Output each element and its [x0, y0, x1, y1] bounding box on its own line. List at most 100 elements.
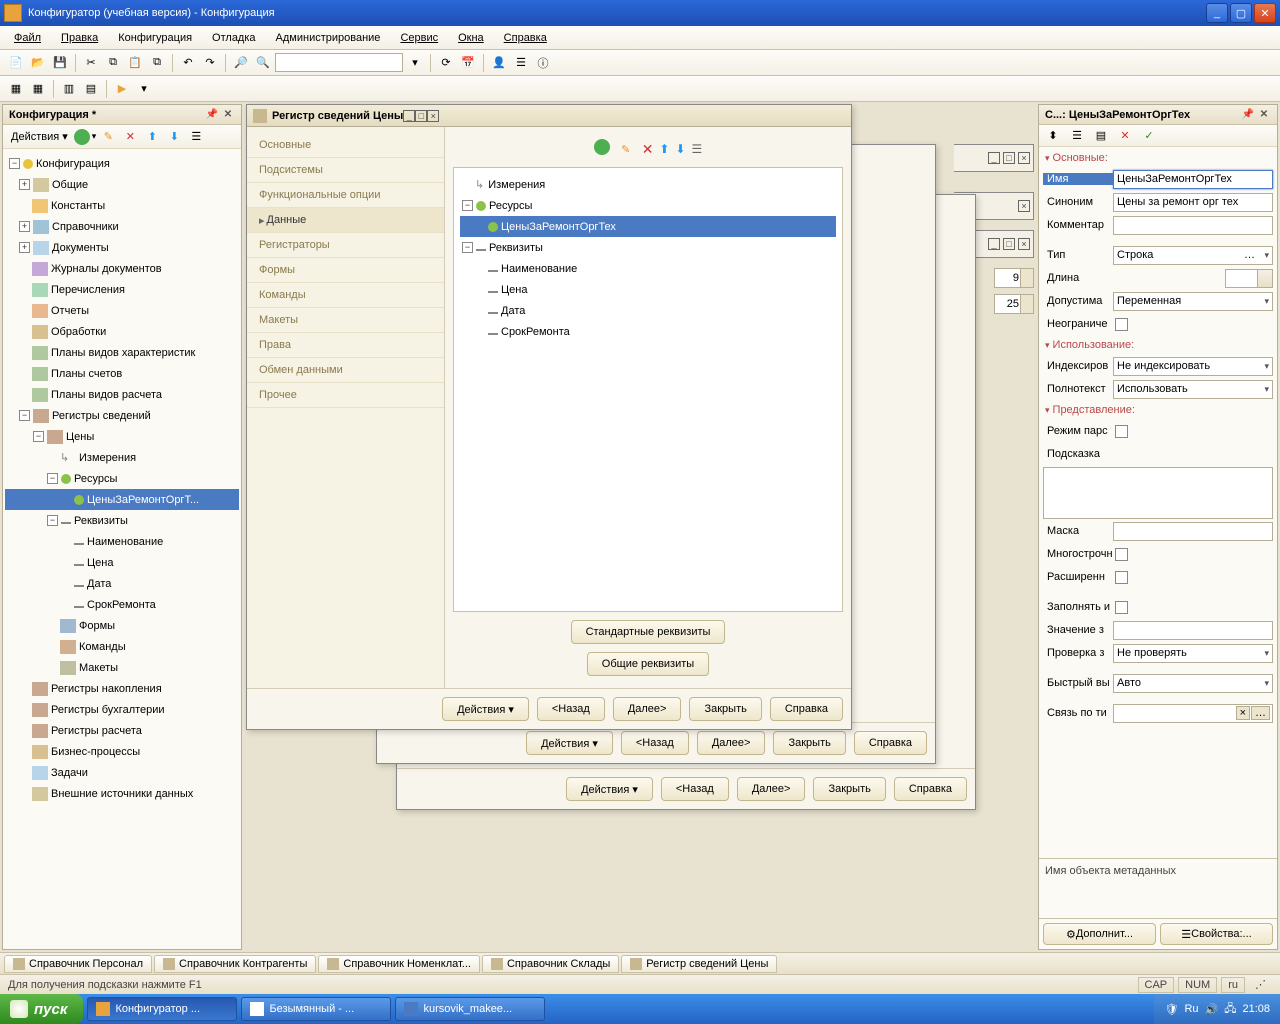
panel-pin-icon[interactable]: 📌	[205, 108, 219, 122]
properties-button[interactable]: ☰ Свойства:...	[1160, 923, 1273, 945]
check-parsemode[interactable]	[1115, 425, 1128, 438]
dropdown-icon[interactable]: ▾	[405, 53, 425, 73]
add-icon[interactable]	[74, 129, 90, 145]
check-unlimited[interactable]	[1115, 318, 1128, 331]
search-input[interactable]	[275, 53, 403, 72]
dtree-resources[interactable]: −Ресурсы	[460, 195, 836, 216]
tray-clock[interactable]: 21:08	[1242, 1003, 1270, 1015]
tree-item[interactable]: +Общие	[5, 174, 239, 195]
dtree-attr[interactable]: Цена	[460, 279, 836, 300]
compare-icon[interactable]: ⧉	[147, 53, 167, 73]
move-down-icon[interactable]: ⬇	[675, 139, 685, 159]
help-button[interactable]: Справка	[894, 777, 967, 801]
tab-registrators[interactable]: Регистраторы	[247, 233, 444, 258]
bg-spinner[interactable]: 25	[994, 294, 1034, 314]
add-dropdown-icon[interactable]: ▾	[92, 131, 97, 142]
close-button[interactable]: Закрыть	[813, 777, 885, 801]
input-synonym[interactable]: Цены за ремонт орг тех	[1113, 193, 1273, 212]
maximize-button[interactable]: ▢	[1230, 3, 1252, 23]
list-icon[interactable]: ☰	[511, 53, 531, 73]
tray-shield-icon[interactable]: 🛡	[1164, 1003, 1178, 1016]
dtree-resource-selected[interactable]: ЦеныЗаРемонтОргТех	[460, 216, 836, 237]
tab-templates[interactable]: Макеты	[247, 308, 444, 333]
run-dropdown-icon[interactable]: ▾	[134, 79, 154, 99]
doc-tab[interactable]: Справочник Персонал	[4, 955, 152, 973]
cross-icon[interactable]: ✕	[1115, 126, 1135, 146]
bg-close-icon[interactable]: ×	[1018, 152, 1030, 164]
tree-prices[interactable]: −Цены	[5, 426, 239, 447]
tree-commands[interactable]: Команды	[5, 636, 239, 657]
select-quickchoice[interactable]: Авто	[1113, 674, 1273, 693]
actions-dropdown[interactable]: Действия ▾	[7, 130, 72, 143]
select-check[interactable]: Не проверять	[1113, 644, 1273, 663]
help-icon[interactable]: ⓘ	[533, 53, 553, 73]
tree-item[interactable]: +Документы	[5, 237, 239, 258]
dtree-attributes[interactable]: −Реквизиты	[460, 237, 836, 258]
input-mask[interactable]	[1113, 522, 1273, 541]
help-button[interactable]: Справка	[770, 697, 843, 721]
tray-volume-icon[interactable]: 🔊	[1205, 1003, 1219, 1016]
tree-item[interactable]: Обработки	[5, 321, 239, 342]
dtree-attr[interactable]: Дата	[460, 300, 836, 321]
tree-item[interactable]: Константы	[5, 195, 239, 216]
tree-item[interactable]: Журналы документов	[5, 258, 239, 279]
taskbar-app[interactable]: Безымянный - ...	[241, 997, 391, 1021]
select-allowed[interactable]: Переменная	[1113, 292, 1273, 311]
taskbar-app[interactable]: Конфигуратор ...	[87, 997, 237, 1021]
bg-max-icon[interactable]: □	[1003, 238, 1015, 250]
back-button[interactable]: <Назад	[537, 697, 605, 721]
add-icon[interactable]	[594, 139, 610, 155]
menu-debug[interactable]: Отладка	[204, 29, 263, 47]
calendar-icon[interactable]: 📅	[458, 53, 478, 73]
tree-item[interactable]: Отчеты	[5, 300, 239, 321]
close-button[interactable]: ✕	[1254, 3, 1276, 23]
tree-dimensions[interactable]: ↳Измерения	[5, 447, 239, 468]
find-icon[interactable]: 🔎	[231, 53, 251, 73]
window-close-icon[interactable]: ×	[427, 110, 439, 122]
input-fillvalue[interactable]	[1113, 621, 1273, 640]
tree-item[interactable]: Перечисления	[5, 279, 239, 300]
delete-icon[interactable]: ✕	[642, 139, 654, 159]
panel-close-icon[interactable]: ✕	[1257, 108, 1271, 122]
user-icon[interactable]: 👤	[489, 53, 509, 73]
tree-item[interactable]: Бизнес-процессы	[5, 741, 239, 762]
close-button[interactable]: Закрыть	[689, 697, 761, 721]
tab-main[interactable]: Основные	[247, 133, 444, 158]
next-button[interactable]: Далее>	[697, 731, 766, 755]
check-multiline[interactable]	[1115, 548, 1128, 561]
tab-other[interactable]: Прочее	[247, 383, 444, 408]
start-button[interactable]: пуск	[0, 994, 83, 1024]
move-up-icon[interactable]: ⬆	[659, 139, 669, 159]
doc-tab[interactable]: Регистр сведений Цены	[621, 955, 777, 973]
close-button[interactable]: Закрыть	[773, 731, 845, 755]
input-typelink[interactable]: …×	[1113, 704, 1273, 723]
bg-min-icon[interactable]: _	[988, 238, 1000, 250]
system-tray[interactable]: 🛡 Ru 🔊 🖧 21:08	[1154, 994, 1280, 1024]
run-icon[interactable]: ▶	[112, 79, 132, 99]
menu-windows[interactable]: Окна	[450, 29, 492, 47]
edit-icon[interactable]: ✎	[98, 127, 118, 147]
bg-min-icon[interactable]: _	[988, 152, 1000, 164]
tree-attr[interactable]: Наименование	[5, 531, 239, 552]
menu-edit[interactable]: Правка	[53, 29, 106, 47]
tab-rights[interactable]: Права	[247, 333, 444, 358]
select-fulltext[interactable]: Использовать	[1113, 380, 1273, 399]
tree-resources[interactable]: −Ресурсы	[5, 468, 239, 489]
tab-funcopts[interactable]: Функциональные опции	[247, 183, 444, 208]
tree-resource-selected[interactable]: ЦеныЗаРемонтОргТ...	[5, 489, 239, 510]
tray-lang[interactable]: Ru	[1184, 1003, 1198, 1015]
tab-exchange[interactable]: Обмен данными	[247, 358, 444, 383]
dtree-dimensions[interactable]: ↳Измерения	[460, 174, 836, 195]
textarea-hint[interactable]	[1043, 467, 1273, 519]
menu-config[interactable]: Конфигурация	[110, 29, 200, 47]
tab-commands[interactable]: Команды	[247, 283, 444, 308]
back-button[interactable]: <Назад	[621, 731, 689, 755]
select-index[interactable]: Не индексировать	[1113, 357, 1273, 376]
tab-forms[interactable]: Формы	[247, 258, 444, 283]
tree-item[interactable]: Планы видов расчета	[5, 384, 239, 405]
tree-attr[interactable]: СрокРемонта	[5, 594, 239, 615]
tree-item[interactable]: +Справочники	[5, 216, 239, 237]
alpha-icon[interactable]: ▤	[1091, 126, 1111, 146]
tree-item[interactable]: Регистры бухгалтерии	[5, 699, 239, 720]
check-fill[interactable]	[1115, 601, 1128, 614]
